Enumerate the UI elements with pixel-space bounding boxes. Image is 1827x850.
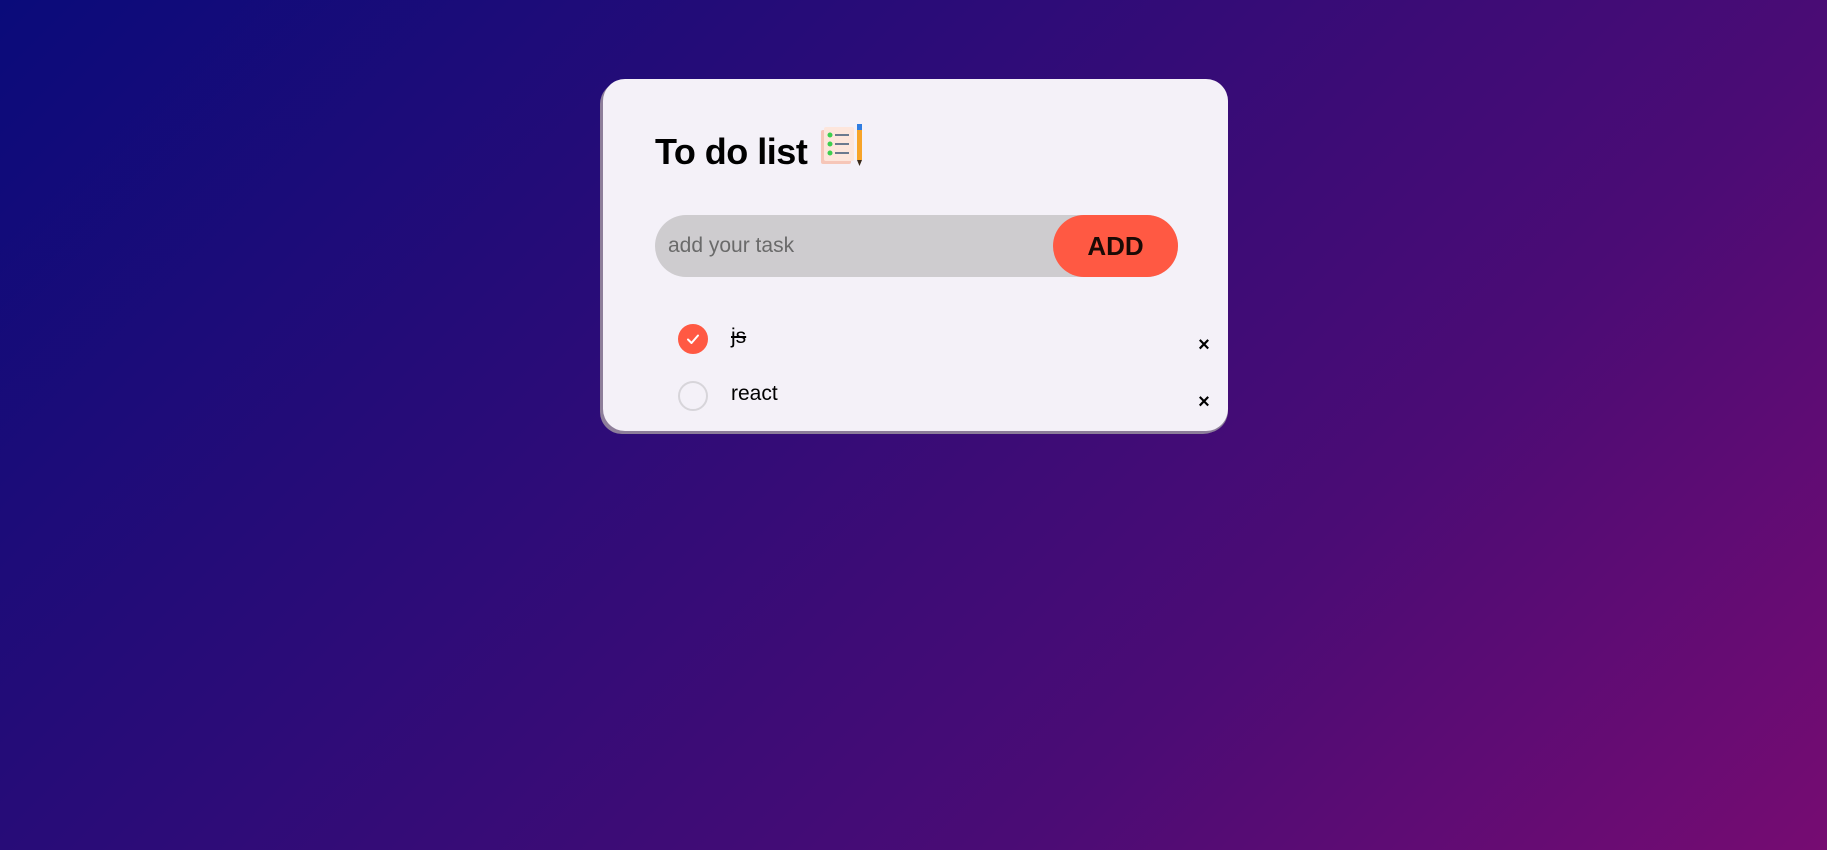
checklist-icon xyxy=(819,122,865,168)
checkmark-icon xyxy=(687,334,699,344)
task-text: js xyxy=(731,325,747,348)
unchecked-checkbox[interactable] xyxy=(678,381,708,411)
task-list: js × react × xyxy=(603,324,1228,431)
title-row: To do list xyxy=(655,124,865,173)
delete-icon[interactable]: × xyxy=(1193,391,1215,413)
list-item[interactable]: js × xyxy=(603,324,1228,381)
task-input-row: ADD xyxy=(655,215,1178,277)
todo-card: To do list ADD xyxy=(603,79,1228,431)
page-title: To do list xyxy=(655,131,808,172)
checked-checkbox[interactable] xyxy=(678,324,708,354)
task-text: react xyxy=(731,382,778,405)
delete-icon[interactable]: × xyxy=(1193,334,1215,356)
task-input[interactable] xyxy=(655,215,1053,277)
list-item[interactable]: react × xyxy=(603,381,1228,431)
add-button[interactable]: ADD xyxy=(1053,215,1178,277)
